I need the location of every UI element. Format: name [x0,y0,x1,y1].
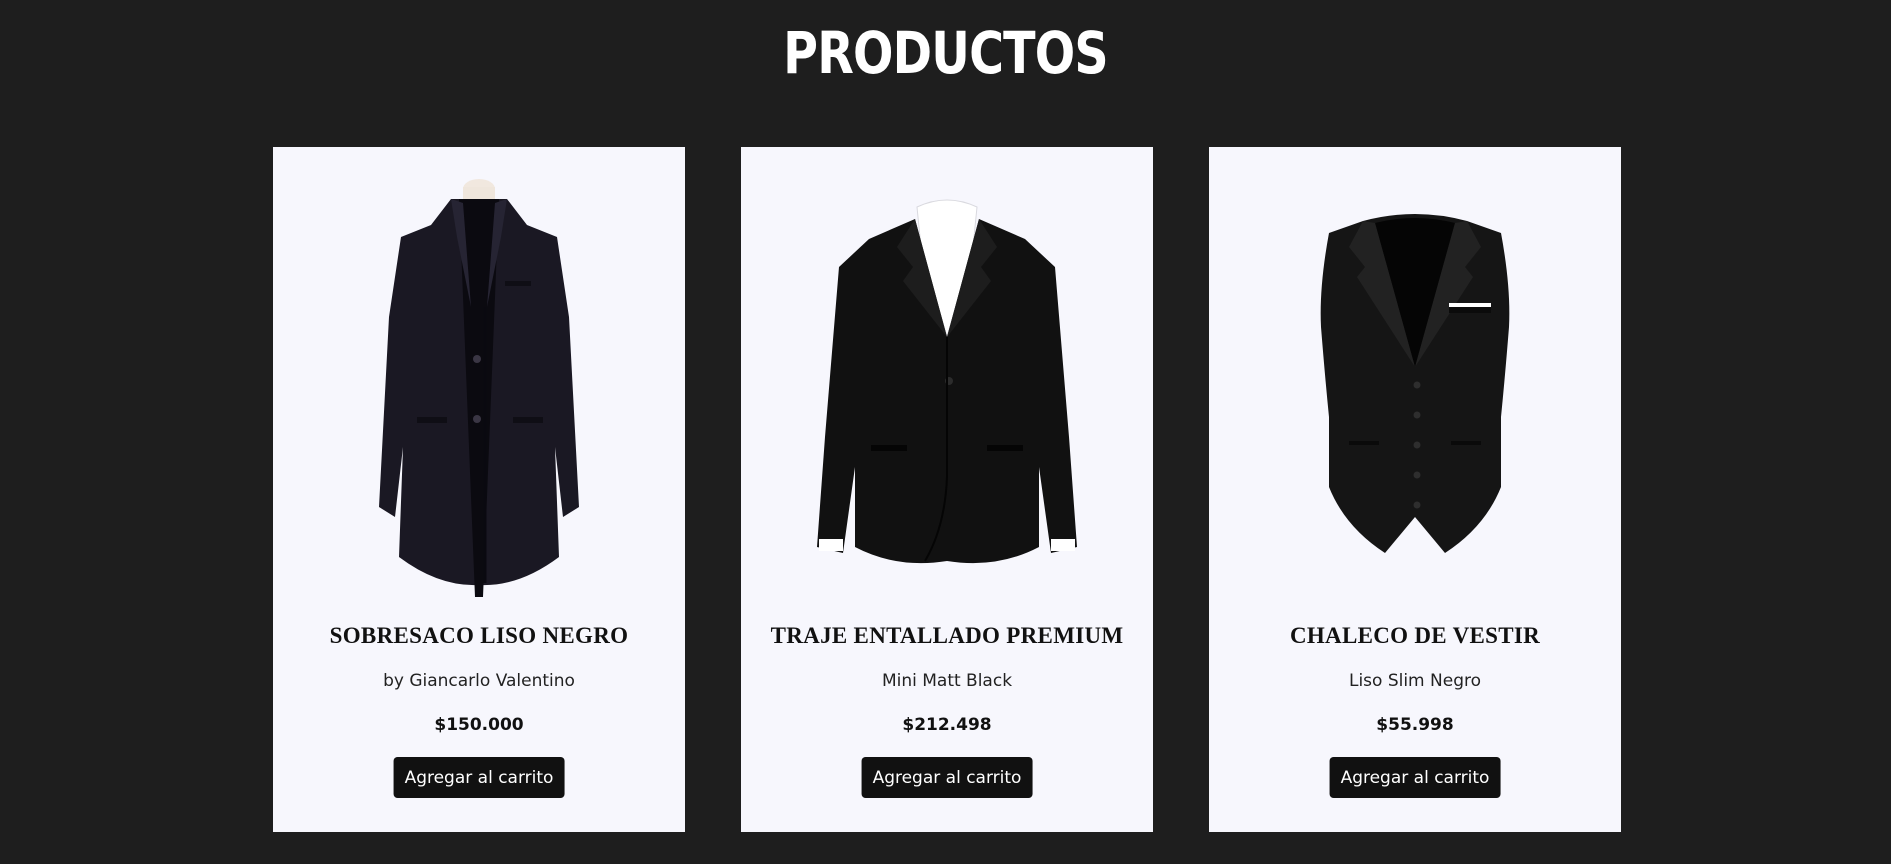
product-image-suit-jacket[interactable] [741,177,1153,747]
product-image-vest[interactable] [1209,177,1621,747]
product-card: SOBRESACO LISO NEGRO by Giancarlo Valent… [273,147,685,832]
product-grid: SOBRESACO LISO NEGRO by Giancarlo Valent… [273,147,1621,832]
product-price: $212.498 [902,715,992,735]
page-title: PRODUCTOS [783,19,1108,87]
product-title[interactable]: SOBRESACO LISO NEGRO [273,623,685,649]
product-image-overcoat[interactable] [273,177,685,747]
add-to-cart-button[interactable]: Agregar al carrito [393,757,565,798]
add-to-cart-button[interactable]: Agregar al carrito [861,757,1033,798]
product-subtitle: Mini Matt Black [881,671,1013,691]
product-title[interactable]: TRAJE ENTALLADO PREMIUM [741,623,1153,649]
product-price: $150.000 [434,715,524,735]
black-vest-image [1320,214,1510,553]
product-card: CHALECO DE VESTIR Liso Slim Negro $55.99… [1209,147,1621,832]
product-price: $55.998 [1376,715,1454,735]
add-to-cart-button[interactable]: Agregar al carrito [1329,757,1501,798]
product-subtitle: by Giancarlo Valentino [383,671,575,691]
black-suit-jacket-image [817,199,1077,564]
black-overcoat-image [379,179,579,597]
product-card: TRAJE ENTALLADO PREMIUM Mini Matt Black … [741,147,1153,832]
product-title[interactable]: CHALECO DE VESTIR [1209,623,1621,649]
product-subtitle: Liso Slim Negro [1348,671,1482,691]
